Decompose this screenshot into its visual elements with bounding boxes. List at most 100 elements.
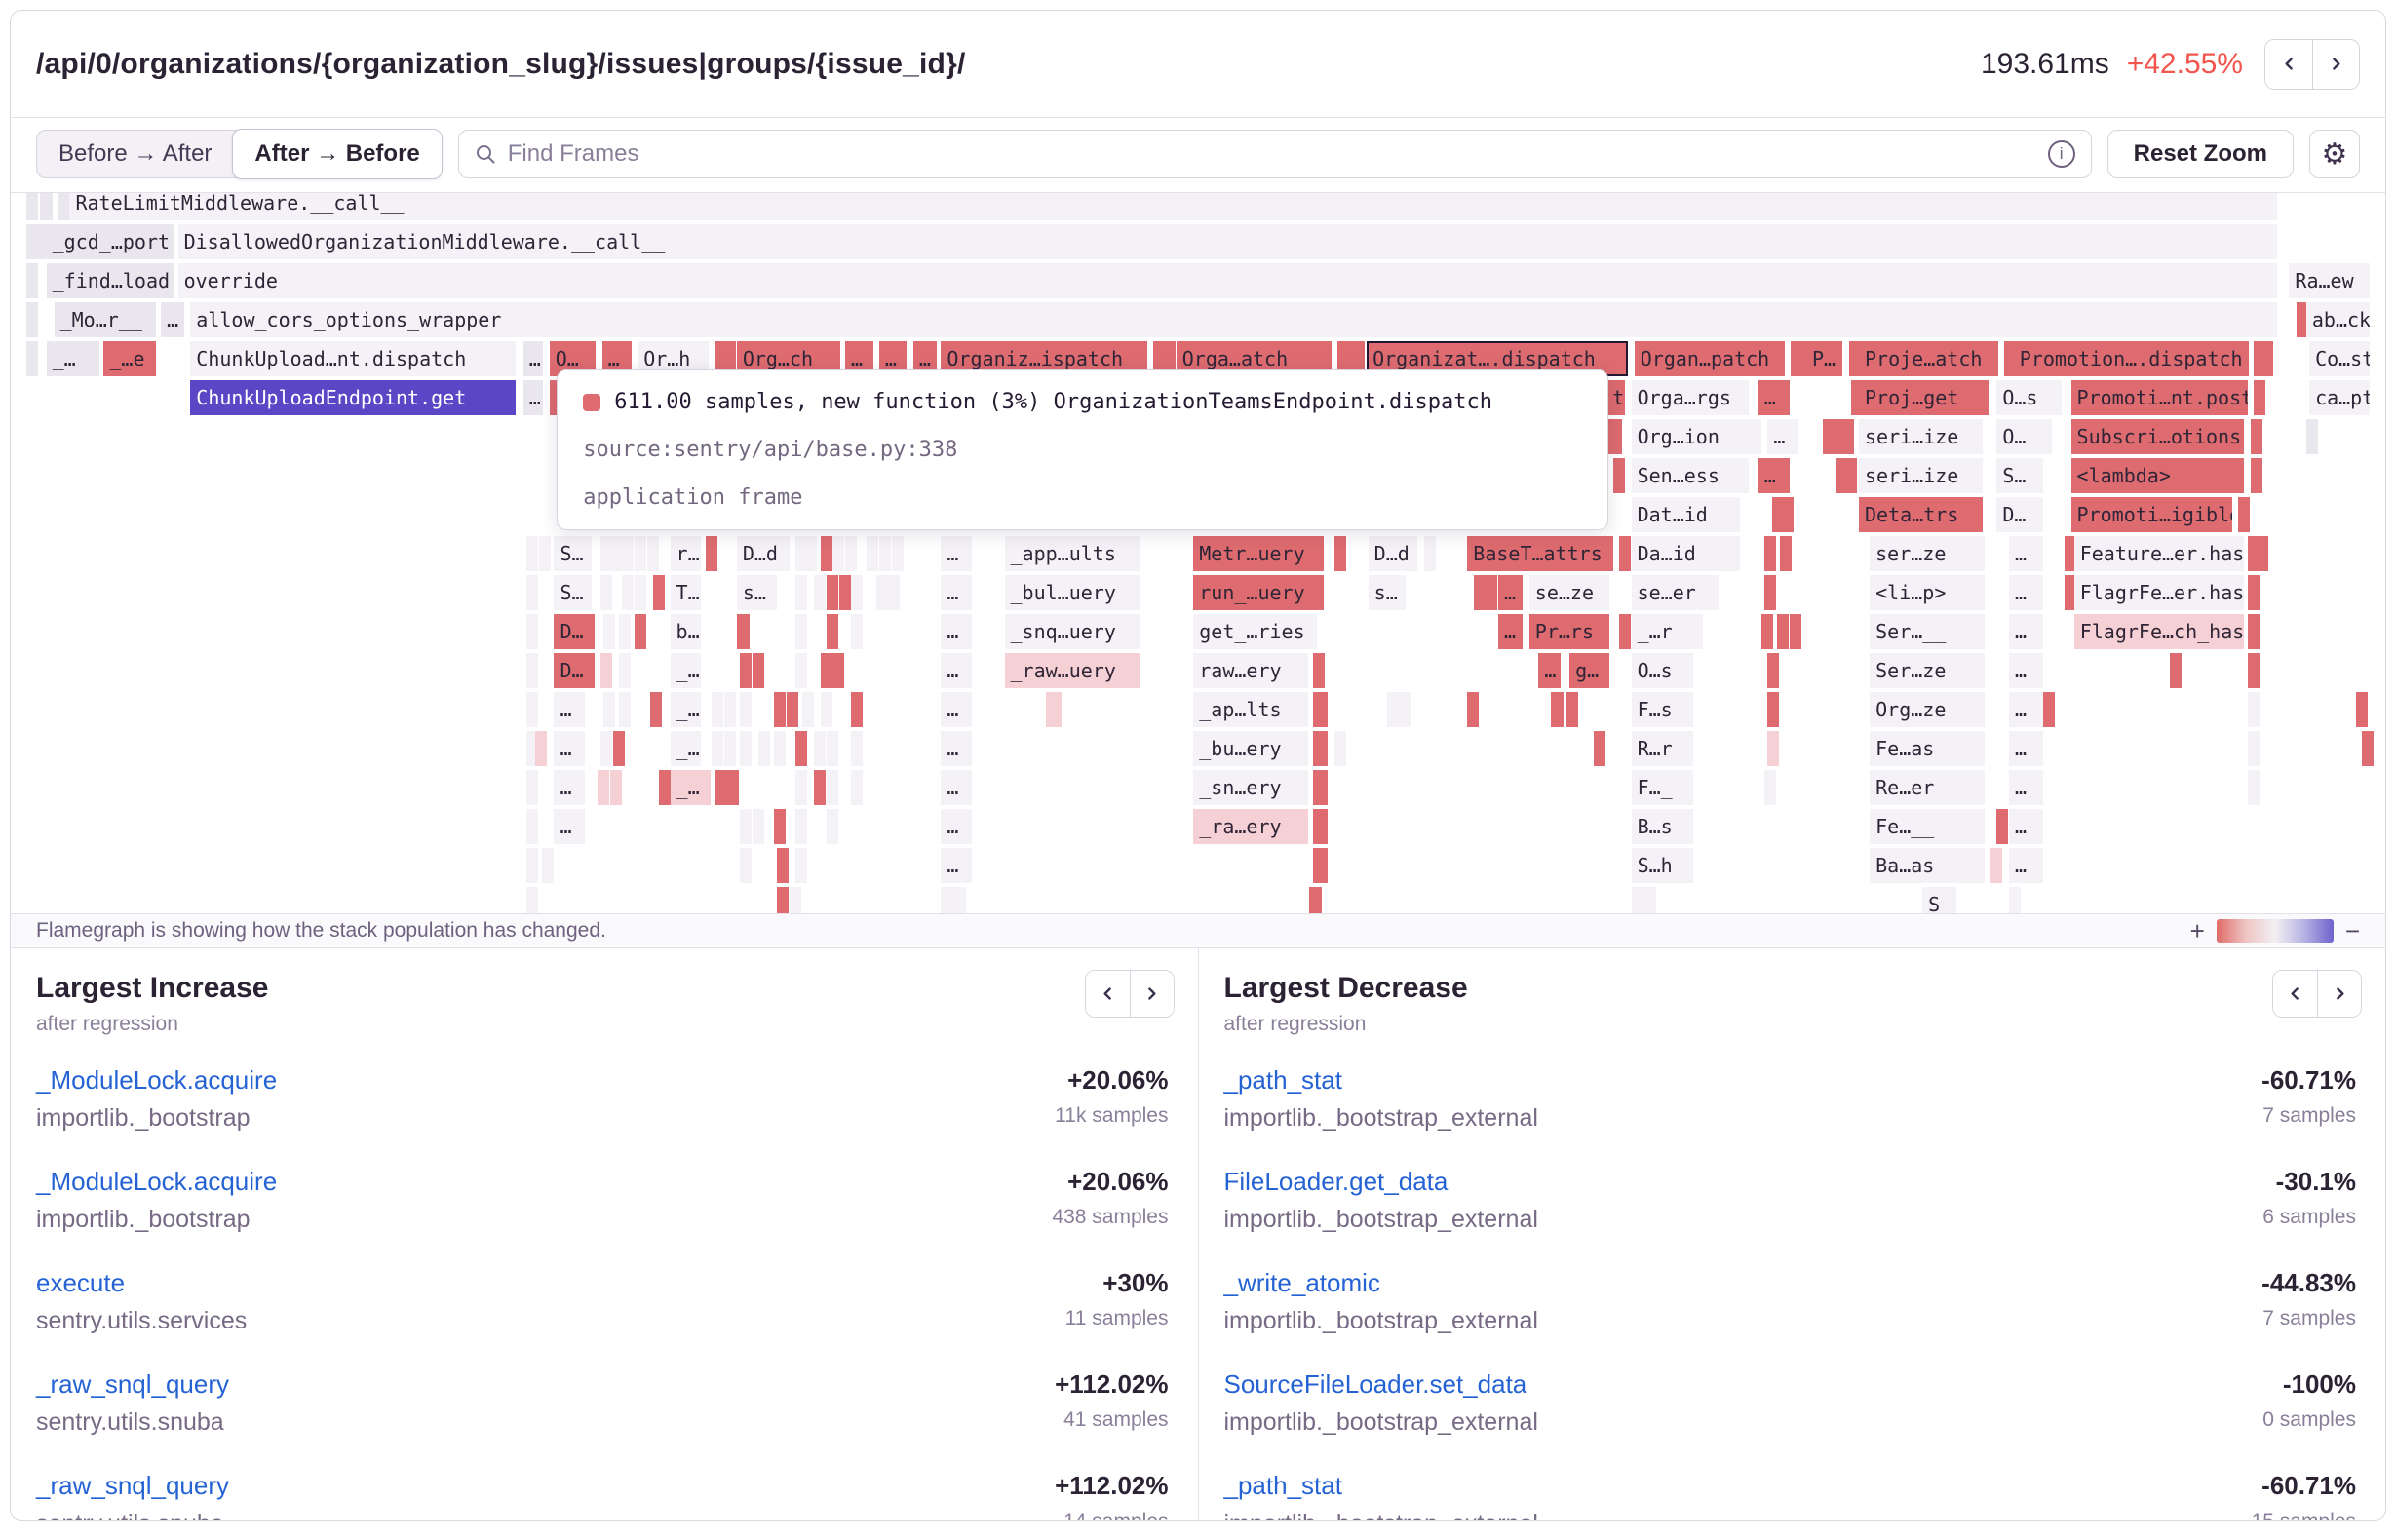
flame-bar[interactable] [821, 692, 832, 727]
flame-bar[interactable]: Org…ze [1870, 692, 1985, 727]
flame-bar[interactable] [795, 614, 807, 649]
flame-bar[interactable] [1632, 887, 1656, 913]
flame-bar[interactable] [619, 692, 631, 727]
flame-bar[interactable]: O…s [1996, 380, 2062, 415]
flame-bar[interactable] [1551, 692, 1564, 727]
flame-bar[interactable] [1613, 458, 1625, 493]
flame-bar[interactable] [1566, 692, 1578, 727]
flame-bar[interactable] [712, 731, 723, 766]
flame-bar[interactable]: Ser…__ [1870, 614, 1985, 649]
flame-bar[interactable]: _… [671, 692, 702, 727]
flame-bar[interactable] [827, 770, 838, 805]
flame-bar[interactable] [727, 770, 739, 805]
flame-bar[interactable]: … [523, 341, 544, 376]
flame-bar[interactable] [610, 536, 622, 571]
flame-bar[interactable] [603, 692, 615, 727]
flame-bar[interactable] [892, 536, 904, 571]
flame-bar[interactable] [539, 536, 551, 571]
flame-bar[interactable]: _… [671, 653, 702, 688]
flame-bar[interactable] [1424, 536, 1436, 571]
flame-bar[interactable] [2248, 614, 2260, 649]
flame-bar[interactable] [845, 536, 857, 571]
flame-bar[interactable] [2257, 536, 2268, 571]
flame-bar[interactable]: O… [1996, 419, 2052, 454]
flame-bar[interactable] [526, 614, 538, 649]
flame-bar[interactable]: Organ…patch [1635, 341, 1785, 376]
flame-bar[interactable] [1996, 809, 2008, 844]
flame-bar[interactable] [740, 731, 752, 766]
flame-bar[interactable] [715, 770, 727, 805]
flame-bar[interactable] [2254, 380, 2265, 415]
flame-bar[interactable] [600, 731, 612, 766]
flame-bar[interactable] [650, 692, 662, 727]
flame-bar[interactable]: Re…er [1870, 770, 1985, 805]
flame-bar[interactable]: ab…ck [2306, 302, 2370, 337]
flame-bar[interactable]: ser…ze [1870, 536, 1985, 571]
flame-bar[interactable] [1594, 731, 1605, 766]
flame-bar[interactable]: RateLimitMiddleware.__call__ [69, 193, 2276, 220]
flame-bar[interactable] [1619, 614, 1631, 649]
flame-bar[interactable] [1772, 497, 1794, 532]
flame-bar[interactable]: D… [554, 614, 594, 649]
flame-bar[interactable]: _app…ults [1005, 536, 1141, 571]
flame-bar[interactable]: _bu…ery [1193, 731, 1308, 766]
flame-bar[interactable] [802, 692, 814, 727]
flame-bar[interactable]: Co…st [2309, 341, 2370, 376]
flame-bar[interactable]: Orga…rgs [1632, 380, 1750, 415]
flame-bar[interactable]: se…er [1632, 575, 1719, 610]
flame-bar[interactable]: Subscri…otions [2071, 419, 2245, 454]
flame-bar[interactable]: _… [671, 731, 702, 766]
flame-bar[interactable]: Promoti…nt.post [2071, 380, 2248, 415]
flame-bar[interactable] [1761, 614, 1773, 649]
flame-bar[interactable] [753, 653, 764, 688]
flame-bar[interactable] [635, 575, 646, 610]
flame-bar[interactable]: Sen…ess [1632, 458, 1750, 493]
flame-bar[interactable]: … [2009, 575, 2043, 610]
flame-bar[interactable] [740, 848, 752, 883]
function-link[interactable]: _ModuleLock.acquire [36, 1167, 277, 1197]
flame-bar[interactable]: Proj…get [1859, 380, 1989, 415]
flame-bar[interactable] [832, 653, 844, 688]
flame-bar[interactable] [795, 770, 807, 805]
flame-bar[interactable] [526, 692, 538, 727]
flame-bar[interactable]: … [1758, 380, 1790, 415]
flame-bar[interactable] [740, 692, 752, 727]
flame-bar[interactable] [724, 692, 736, 727]
flame-bar[interactable] [851, 614, 863, 649]
flame-bar[interactable] [805, 536, 817, 571]
flame-bar[interactable] [1313, 848, 1329, 883]
flame-bar[interactable] [2248, 575, 2260, 610]
flame-bar[interactable]: Ba…as [1870, 848, 1985, 883]
flame-bar[interactable]: t [1606, 380, 1625, 415]
flame-bar[interactable] [526, 887, 538, 913]
flame-bar[interactable]: _raw…uery [1005, 653, 1141, 688]
flame-bar[interactable] [1842, 419, 1854, 454]
flame-bar[interactable]: O…s [1632, 653, 1694, 688]
flame-bar[interactable] [1313, 653, 1326, 688]
flame-bar[interactable]: Ra…ew [2289, 263, 2370, 298]
flame-bar[interactable] [814, 731, 826, 766]
flame-bar[interactable] [712, 692, 723, 727]
next-button[interactable] [1130, 971, 1174, 1017]
flame-bar[interactable]: raw…ery [1193, 653, 1308, 688]
flame-bar[interactable]: … [1758, 458, 1790, 493]
flame-bar[interactable] [724, 731, 736, 766]
flame-bar[interactable]: … [2009, 848, 2043, 883]
flame-bar[interactable] [1619, 536, 1631, 571]
flame-bar[interactable] [2170, 653, 2182, 688]
flame-bar[interactable]: run_…uery [1193, 575, 1323, 610]
flame-bar[interactable]: Pr…rs [1529, 614, 1610, 649]
flame-bar[interactable] [1990, 848, 2002, 883]
flame-bar[interactable] [795, 848, 807, 883]
flame-bar[interactable] [1764, 536, 1776, 571]
flame-bar[interactable]: _…r [1632, 614, 1703, 649]
flame-bar[interactable]: se…ze [1529, 575, 1610, 610]
flame-bar[interactable] [2009, 887, 2021, 913]
flame-bar[interactable]: … [941, 809, 972, 844]
flame-bar[interactable] [758, 731, 770, 766]
flame-bar[interactable]: _gcd_…port [47, 224, 174, 259]
flame-bar[interactable] [777, 887, 789, 913]
flame-bar[interactable]: … [941, 575, 972, 610]
flame-bar[interactable] [827, 731, 838, 766]
flame-bar[interactable]: get_…ries [1193, 614, 1317, 649]
